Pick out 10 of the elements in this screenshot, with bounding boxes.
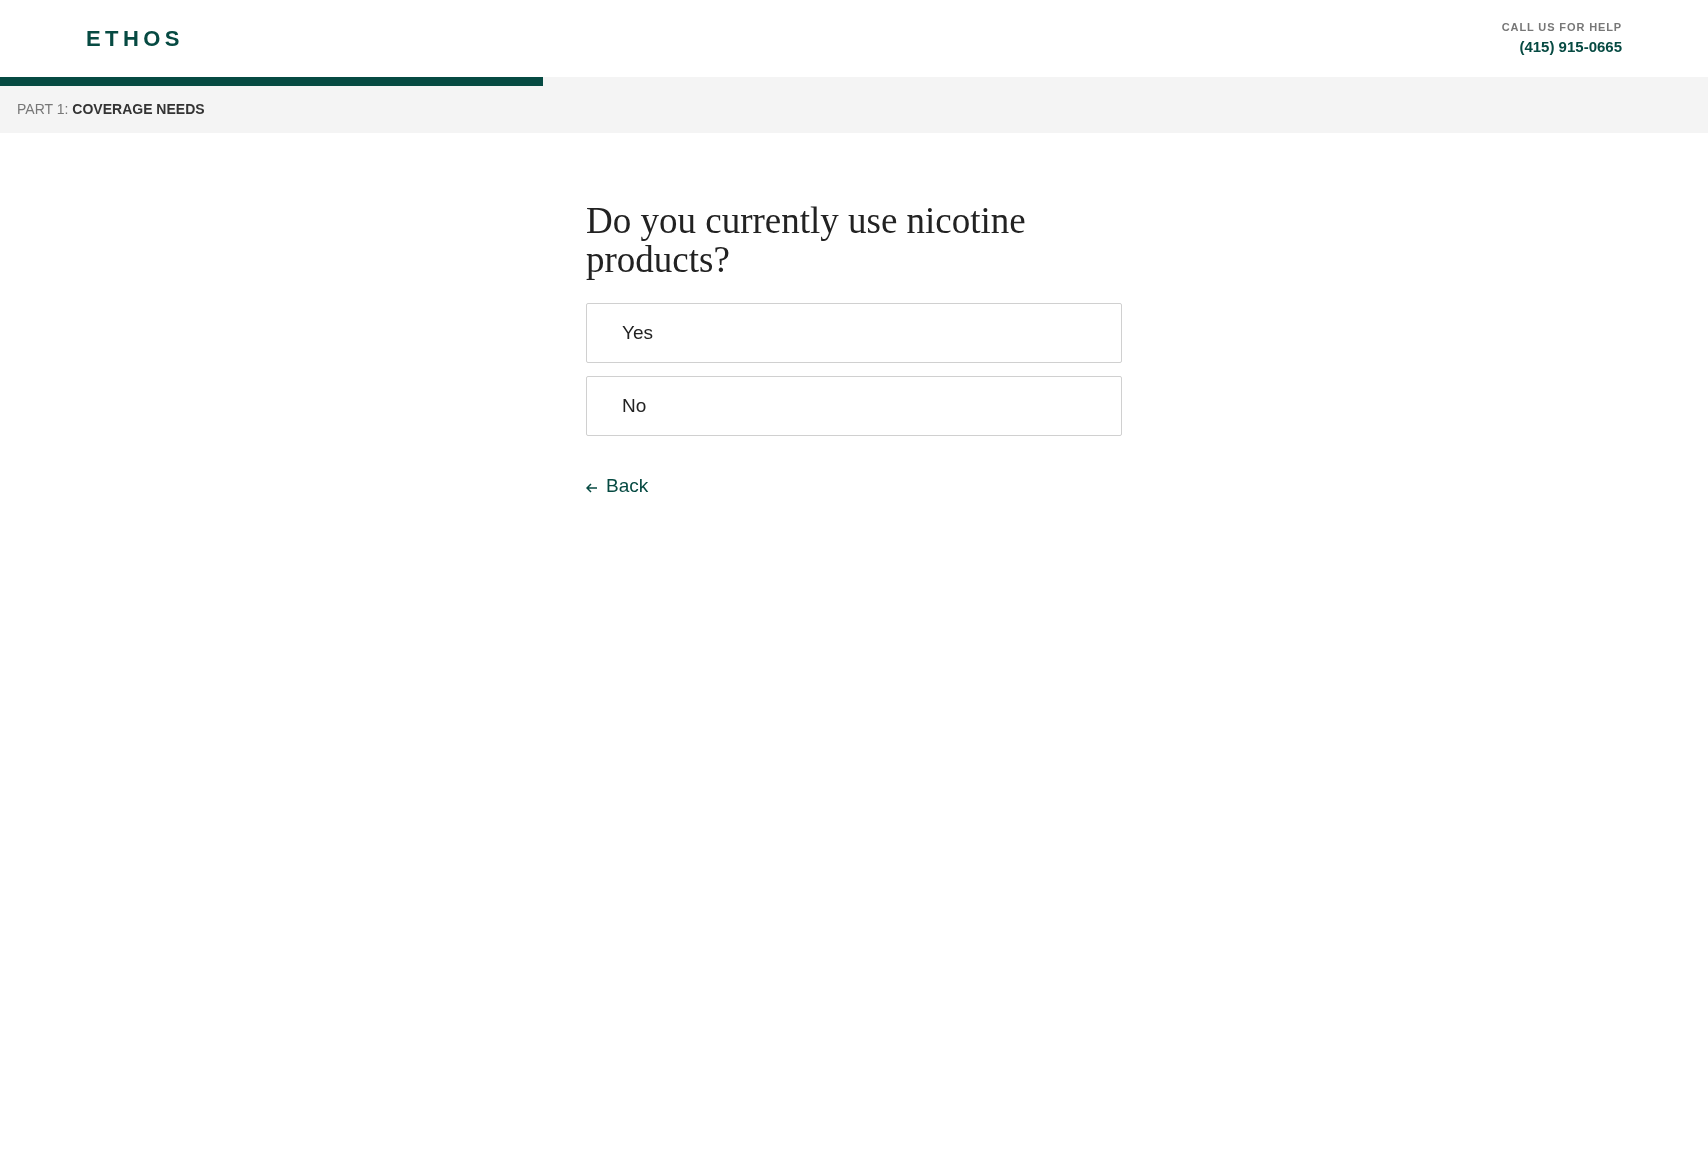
help-label: CALL US FOR HELP: [1501, 20, 1622, 35]
answer-option[interactable]: No: [586, 376, 1122, 436]
logo[interactable]: ETHOS: [86, 22, 184, 55]
arrow-left-icon: [586, 482, 598, 495]
section-name: COVERAGE NEEDS: [72, 100, 205, 119]
part-label: PART 1:: [17, 100, 69, 119]
answer-option[interactable]: Yes: [586, 303, 1122, 363]
question-heading: Do you currently use nicotine products?: [586, 201, 1027, 279]
back-link[interactable]: Back: [586, 472, 1122, 501]
phone-link[interactable]: (415) 915-0665: [1519, 35, 1622, 58]
